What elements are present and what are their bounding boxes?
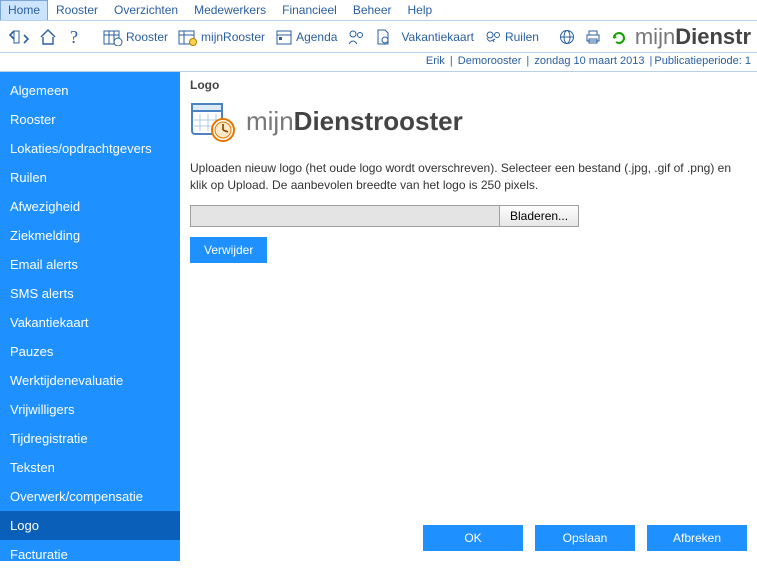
menu-item-beheer[interactable]: Beheer [345,0,400,20]
home-button[interactable] [36,26,60,48]
upload-description: Uploaden nieuw logo (het oude logo wordt… [190,160,747,195]
opslaan-button[interactable]: Opslaan [535,525,635,551]
calendar-clock-icon [190,100,236,142]
mijnrooster-label: mijnRooster [201,30,265,44]
sidebar-item-lokaties-opdrachtgevers[interactable]: Lokaties/opdrachtgevers [0,134,180,163]
file-path-input[interactable] [190,205,500,227]
sidebar-item-afwezigheid[interactable]: Afwezigheid [0,192,180,221]
sidebar-item-tijdregistratie[interactable]: Tijdregistratie [0,424,180,453]
agenda-button[interactable]: Agenda [272,26,340,48]
page-title: Logo [190,78,747,92]
sidebar-item-email-alerts[interactable]: Email alerts [0,250,180,279]
help-button[interactable]: ? [64,26,86,48]
status-user: Erik [424,55,447,67]
sidebar-item-ziekmelding[interactable]: Ziekmelding [0,221,180,250]
menu-item-rooster[interactable]: Rooster [48,0,106,20]
vakantiekaart-label: Vakantiekaart [401,30,474,44]
refresh-button[interactable] [608,27,630,47]
toolbar: ? Rooster mijnRooster Agenda Vakantiekaa… [0,21,757,53]
sidebar-item-logo[interactable]: Logo [0,511,180,540]
brand-bold: Dienstr [675,24,751,49]
sidebar-item-algemeen[interactable]: Algemeen [0,76,180,105]
status-pub: Publicatieperiode: 1 [652,55,753,67]
agenda-label: Agenda [296,30,337,44]
logo-text-thin: mijn [246,106,294,137]
menu-item-medewerkers[interactable]: Medewerkers [186,0,274,20]
rooster-label: Rooster [126,30,168,44]
sidebar-item-sms-alerts[interactable]: SMS alerts [0,279,180,308]
menu-item-overzichten[interactable]: Overzichten [106,0,186,20]
sidebar-item-rooster[interactable]: Rooster [0,105,180,134]
logo-preview: mijnDienstrooster [190,100,747,142]
sidebar: AlgemeenRoosterLokaties/opdrachtgeversRu… [0,72,180,561]
brand-thin: mijn [635,24,675,49]
sidebar-item-overwerk-compensatie[interactable]: Overwerk/compensatie [0,482,180,511]
menu-item-home[interactable]: Home [0,0,48,20]
sidebar-item-pauzes[interactable]: Pauzes [0,337,180,366]
printer-button[interactable] [582,27,604,47]
brand-logo: mijnDienstr [635,24,751,50]
document-button[interactable] [372,26,394,48]
mijnrooster-button[interactable]: mijnRooster [175,26,268,48]
browse-button[interactable]: Bladeren... [499,205,579,227]
ruilen-label: Ruilen [505,30,539,44]
sidebar-item-teksten[interactable]: Teksten [0,453,180,482]
status-bar: Erik | Demorooster | zondag 10 maart 201… [0,53,757,72]
sidebar-item-werktijdenevaluatie[interactable]: Werktijdenevaluatie [0,366,180,395]
sidebar-item-vakantiekaart[interactable]: Vakantiekaart [0,308,180,337]
people-button[interactable] [344,26,368,48]
ok-button[interactable]: OK [423,525,523,551]
verwijder-button[interactable]: Verwijder [190,237,267,263]
rooster-button[interactable]: Rooster [100,26,171,48]
status-date: zondag 10 maart 2013 [532,55,646,67]
back-forward-button[interactable] [6,26,32,48]
menu-item-help[interactable]: Help [400,0,441,20]
status-rooster: Demorooster [456,55,524,67]
logo-text-bold: Dienstrooster [294,106,463,137]
globe-button[interactable] [556,27,578,47]
menubar: HomeRoosterOverzichtenMedewerkersFinanci… [0,0,757,21]
footer-buttons: OK Opslaan Afbreken [423,525,747,551]
sidebar-item-facturatie[interactable]: Facturatie [0,540,180,569]
svg-text:?: ? [70,28,78,46]
menu-item-financieel[interactable]: Financieel [274,0,345,20]
afbreken-button[interactable]: Afbreken [647,525,747,551]
content-pane: Logo mijnDienstrooster Uploaden nieuw lo… [180,72,757,561]
sidebar-item-ruilen[interactable]: Ruilen [0,163,180,192]
ruilen-button[interactable]: Ruilen [481,26,542,48]
sidebar-item-vrijwilligers[interactable]: Vrijwilligers [0,395,180,424]
vakantiekaart-button[interactable]: Vakantiekaart [398,28,477,46]
